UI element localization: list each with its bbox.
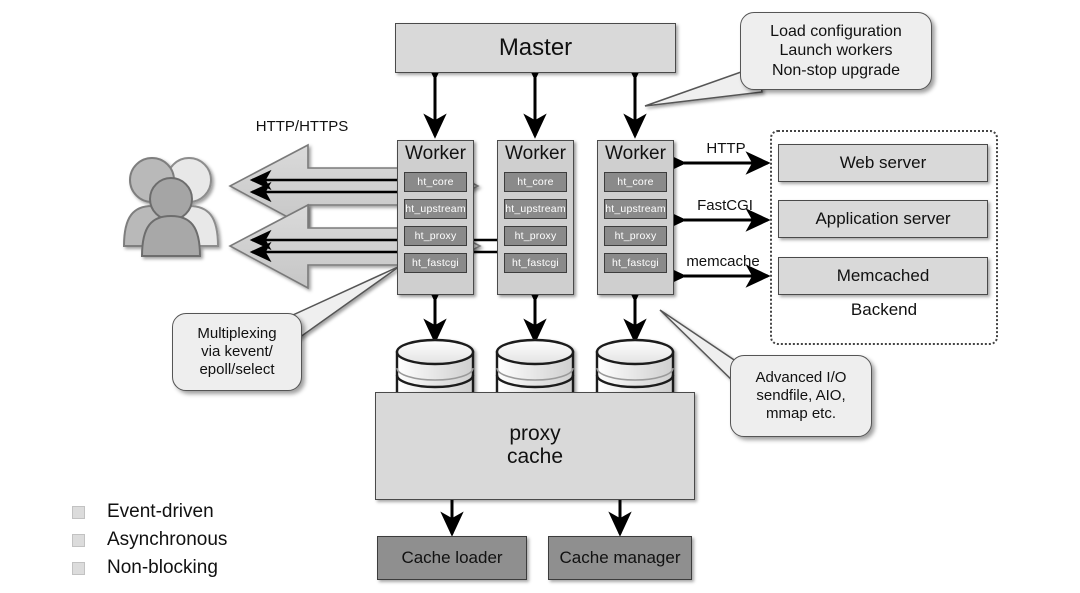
- advanced-io-callout-line-3: mmap etc.: [765, 405, 837, 423]
- worker-module-ht-upstream[interactable]: ht_upstream: [504, 199, 567, 219]
- master-process-box[interactable]: Master: [395, 23, 676, 73]
- worker-module-ht-core[interactable]: ht_core: [404, 172, 467, 192]
- worker-module-ht-proxy[interactable]: ht_proxy: [504, 226, 567, 246]
- master-callout: Load configuration Launch workers Non-st…: [740, 12, 932, 90]
- multiplexing-callout-line-2: via kevent/: [201, 342, 273, 360]
- master-label: Master: [498, 34, 573, 61]
- worker-module-ht-core[interactable]: ht_core: [504, 172, 567, 192]
- protocol-label-fastcgi: FastCGI: [697, 197, 753, 214]
- multiplexing-callout-line-1: Multiplexing: [197, 324, 277, 342]
- legend-item-event-driven: Event-driven: [72, 498, 312, 526]
- advanced-io-callout: Advanced I/O sendfile, AIO, mmap etc.: [730, 355, 872, 437]
- proxy-cache-box[interactable]: proxy cache: [375, 392, 695, 500]
- legend-item-non-blocking: Non-blocking: [72, 554, 312, 582]
- diagram-canvas: Master Load configuration Launch workers…: [0, 0, 1080, 593]
- protocol-label-memcache: memcache: [686, 253, 760, 270]
- master-callout-line-2: Launch workers: [779, 42, 893, 60]
- advanced-io-callout-line-1: Advanced I/O: [755, 368, 847, 386]
- legend-item-asynchronous: Asynchronous: [72, 526, 312, 554]
- multiplexing-callout: Multiplexing via kevent/ epoll/select: [172, 313, 302, 391]
- worker-box-2[interactable]: Worker ht_core ht_upstream ht_proxy ht_f…: [497, 140, 574, 295]
- worker-label: Worker: [605, 143, 666, 164]
- worker-module-ht-proxy[interactable]: ht_proxy: [404, 226, 467, 246]
- backend-memcached-label: Memcached: [836, 266, 930, 285]
- bullet-square-icon: [72, 561, 85, 575]
- bullet-square-icon: [72, 533, 85, 547]
- worker-cache-arrows: [423, 277, 647, 344]
- protocol-label-http: HTTP: [706, 140, 746, 157]
- multiplexing-callout-line-3: epoll/select: [199, 361, 275, 379]
- backend-group-label: Backend: [850, 300, 918, 319]
- cache-manager-label: Cache manager: [559, 548, 681, 567]
- client-protocol-label: HTTP/HTTPS: [255, 118, 349, 135]
- legend-label: Event-driven: [107, 501, 214, 522]
- worker-module-ht-proxy[interactable]: ht_proxy: [604, 226, 667, 246]
- worker-module-ht-fastcgi[interactable]: ht_fastcgi: [604, 253, 667, 273]
- master-worker-arrows: [423, 55, 647, 139]
- bullet-square-icon: [72, 505, 85, 519]
- worker-label: Worker: [405, 143, 466, 164]
- legend: Event-driven Asynchronous Non-blocking: [72, 498, 312, 582]
- proxy-cache-label-line-2: cache: [506, 445, 564, 468]
- backend-application-server-label: Application server: [815, 209, 951, 228]
- cache-loader-box[interactable]: Cache loader: [377, 536, 527, 580]
- users-icon: [122, 157, 220, 257]
- worker-module-ht-upstream[interactable]: ht_upstream: [604, 199, 667, 219]
- proxy-cache-label-line-1: proxy: [509, 422, 561, 446]
- backend-memcached-box[interactable]: Memcached: [778, 257, 988, 295]
- worker-label: Worker: [505, 143, 566, 164]
- worker-module-ht-upstream[interactable]: ht_upstream: [404, 199, 467, 219]
- backend-web-server-label: Web server: [839, 153, 927, 172]
- cache-worker-arrows: [440, 473, 632, 537]
- backend-web-server-box[interactable]: Web server: [778, 144, 988, 182]
- backend-application-server-box[interactable]: Application server: [778, 200, 988, 238]
- legend-label: Non-blocking: [107, 557, 218, 578]
- worker-module-ht-core[interactable]: ht_core: [604, 172, 667, 192]
- cache-manager-box[interactable]: Cache manager: [548, 536, 692, 580]
- worker-module-ht-fastcgi[interactable]: ht_fastcgi: [404, 253, 467, 273]
- worker-module-ht-fastcgi[interactable]: ht_fastcgi: [504, 253, 567, 273]
- worker-box-3[interactable]: Worker ht_core ht_upstream ht_proxy ht_f…: [597, 140, 674, 295]
- advanced-io-callout-line-2: sendfile, AIO,: [756, 386, 846, 404]
- master-callout-line-1: Load configuration: [770, 22, 902, 40]
- worker-box-1[interactable]: Worker ht_core ht_upstream ht_proxy ht_f…: [397, 140, 474, 295]
- legend-label: Asynchronous: [107, 529, 228, 550]
- master-callout-line-3: Non-stop upgrade: [771, 61, 901, 79]
- cache-loader-label: Cache loader: [401, 548, 503, 567]
